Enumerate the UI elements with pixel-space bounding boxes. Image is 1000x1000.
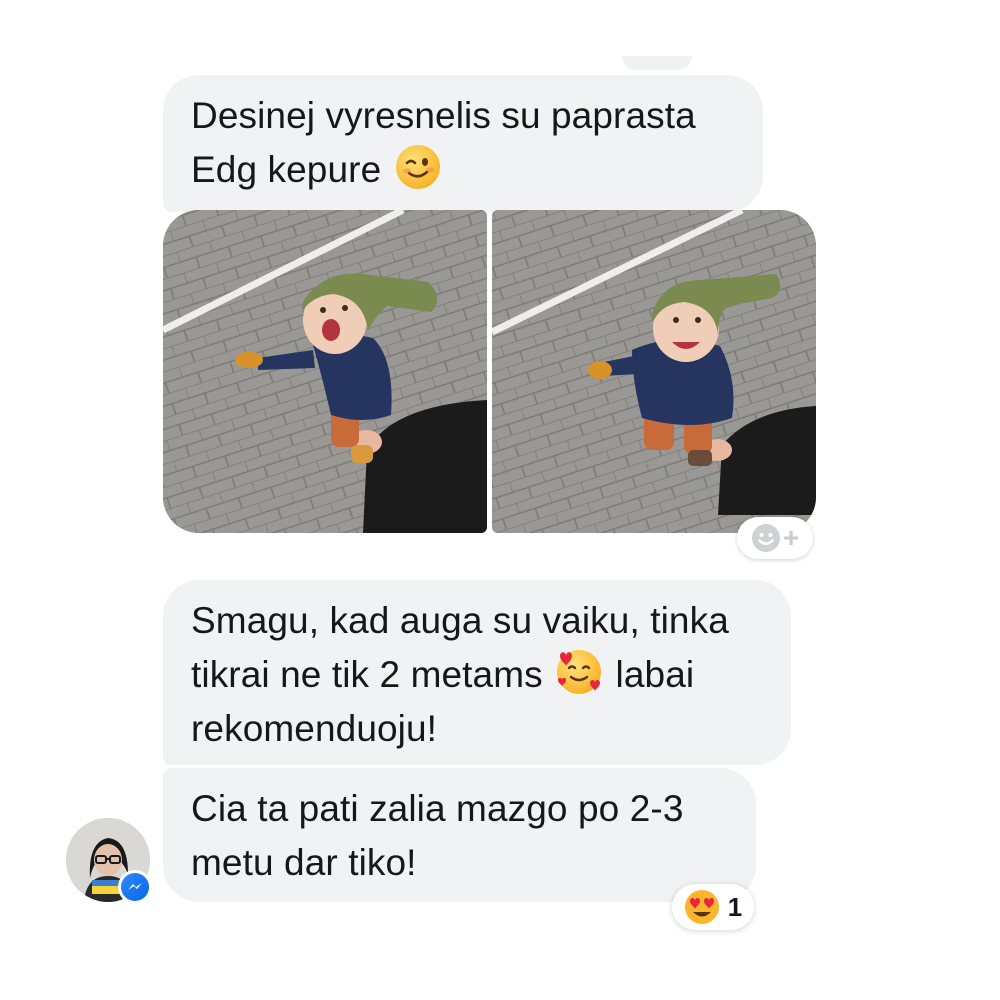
message-text-fragment: Edg kepure xyxy=(191,149,382,190)
message-bubble-2[interactable]: Smagu, kad auga su vaiku, tinka tikrai n… xyxy=(163,580,791,765)
message-text-fragment: tikrai ne tik 2 metams xyxy=(191,654,543,695)
reaction-count: 1 xyxy=(727,891,743,922)
toddler-photo-left[interactable] xyxy=(163,210,487,533)
messenger-badge xyxy=(118,870,152,904)
message-text-line: Cia ta pati zalia mazgo po 2-3 xyxy=(191,788,684,829)
message-text-line: rekomenduoju! xyxy=(191,708,438,749)
message-text-line: tikrai ne tik 2 metams labai xyxy=(191,648,763,702)
plus-icon: + xyxy=(782,522,800,553)
previous-message-edge xyxy=(622,56,692,70)
heart-eyes-emoji xyxy=(684,890,719,924)
winking-face-emoji xyxy=(395,145,440,189)
message-bubble-1[interactable]: Desinej vyresnelis su paprasta Edg kepur… xyxy=(163,75,763,212)
message-text-line: metu dar tiko! xyxy=(191,842,417,883)
message-text-line: Desinej vyresnelis su paprasta xyxy=(191,95,696,136)
message-bubble-3[interactable]: Cia ta pati zalia mazgo po 2-3 metu dar … xyxy=(163,768,756,902)
toddler-photo-right[interactable] xyxy=(492,210,816,533)
message-text-line: Smagu, kad auga su vaiku, tinka xyxy=(191,600,729,641)
smiling-face-with-hearts-emoji xyxy=(557,650,602,694)
smiley-icon xyxy=(751,524,780,552)
add-reaction-button[interactable]: + xyxy=(737,517,813,559)
messenger-icon xyxy=(121,873,149,901)
message-text-line: Edg kepure xyxy=(191,143,735,197)
message-text-fragment: labai xyxy=(615,654,695,695)
message-reaction[interactable]: 1 xyxy=(672,884,754,930)
